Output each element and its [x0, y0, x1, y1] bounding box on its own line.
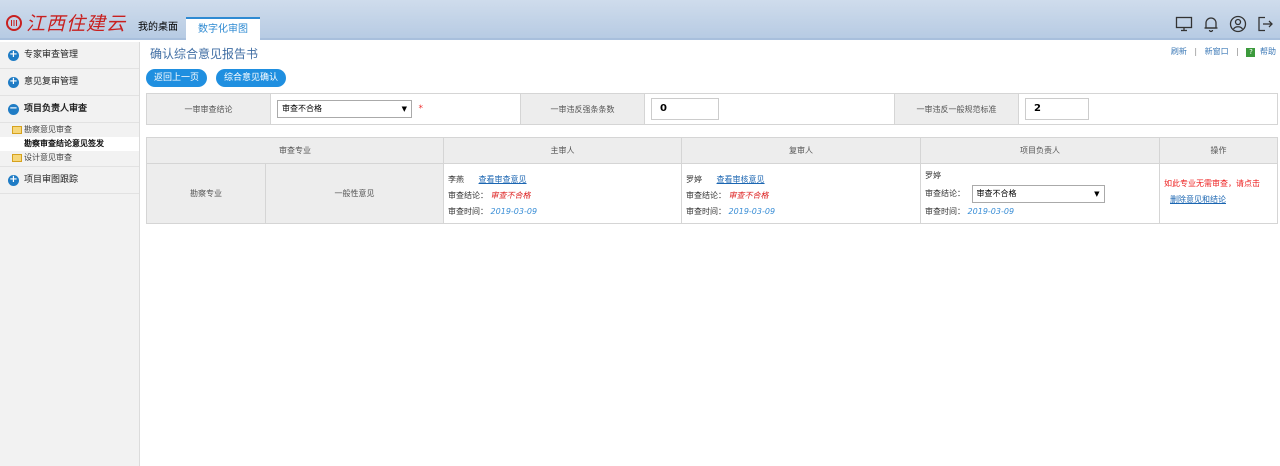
help-icon[interactable]: ? [1246, 48, 1256, 57]
header-re-reviewer: 复审人 [681, 137, 921, 164]
general-violations-cell: 2 [1018, 93, 1278, 125]
view-audit-opinion-link[interactable]: 查看审核意见 [717, 175, 765, 184]
divider: | [1236, 47, 1239, 56]
logo-text: 江西住建云 [26, 13, 127, 35]
header-specialty: 审查专业 [146, 137, 444, 164]
sidebar-item-re-review[interactable]: + 意见复审管理 [0, 69, 139, 96]
time-label: 审查时间： [448, 207, 488, 216]
folder-icon [12, 154, 22, 162]
general-violations-input[interactable]: 2 [1025, 98, 1089, 120]
tab-my-desktop[interactable]: 我的桌面 [128, 17, 188, 40]
top-bar: 江西住建云 我的桌面 数字化审图 [0, 0, 1280, 40]
sidebar-item-label: 项目负责人审查 [24, 104, 88, 114]
title-bar: 确认综合意见报告书 刷新 | 新窗口 | ? 帮助 [146, 42, 1280, 64]
delete-opinion-link[interactable]: 删除意见和结论 [1170, 195, 1226, 204]
top-icons [1166, 15, 1274, 33]
tab-digital-review[interactable]: 数字化审图 [186, 17, 260, 40]
general-violations-label: 一审违反一般规范标准 [894, 93, 1019, 125]
time-label: 审查时间： [686, 207, 726, 216]
new-window-link[interactable]: 新窗口 [1205, 47, 1229, 56]
operation-hint: 如此专业无需审查，请点击 [1164, 179, 1260, 188]
page-title: 确认综合意见报告书 [150, 47, 259, 61]
opinion-type-cell: 一般性意见 [265, 163, 444, 224]
back-button[interactable]: 返回上一页 [146, 69, 208, 87]
sidebar-item-expert-review[interactable]: + 专家审查管理 [0, 42, 139, 69]
review-table: 审查专业 主审人 复审人 项目负责人 操作 勘察专业 一般性意见 李燕 查看审查… [146, 137, 1278, 224]
main-reviewer-cell: 李燕 查看审查意见 审查结论： 审查不合格 审查时间： 2019-03-09 [443, 163, 682, 224]
project-lead-conclusion-value: 审查不合格 [976, 188, 1017, 198]
summary-table: 一审审查结论 审查不合格 ▼ * 一审违反强条条数 0 一审违反一般规范标准 2 [146, 93, 1278, 125]
sidebar-item-label: 意见复审管理 [24, 77, 79, 87]
sidebar-item-project-tracking[interactable]: + 项目审图跟踪 [0, 167, 139, 194]
header-main-reviewer: 主审人 [443, 137, 682, 164]
strong-violations-label: 一审违反强条条数 [520, 93, 645, 125]
header-actions: 刷新 | 新窗口 | ? 帮助 [1171, 46, 1276, 57]
plus-circle-icon: + [8, 174, 19, 186]
dropdown-arrow-icon: ▼ [1094, 189, 1100, 198]
button-row: 返回上一页 综合意见确认 [146, 69, 295, 87]
project-lead-name: 罗婷 [925, 171, 941, 180]
strong-violations-cell: 0 [644, 93, 895, 125]
bell-icon[interactable] [1202, 15, 1220, 33]
main-reviewer-name: 李燕 [448, 175, 464, 184]
conclusion-label: 审查结论： [448, 191, 488, 200]
minus-circle-icon: − [8, 103, 19, 115]
sidebar-subitem-survey-conclusion-sign[interactable]: 勘察审查结论意见签发 [0, 137, 139, 151]
sidebar-subitem-label: 设计意见审查 [24, 153, 72, 162]
plus-circle-icon: + [8, 49, 19, 61]
confirm-opinion-button[interactable]: 综合意见确认 [216, 69, 287, 87]
required-mark: * [418, 104, 424, 114]
view-review-opinion-link[interactable]: 查看审查意见 [479, 175, 527, 184]
sidebar-item-label: 项目审图跟踪 [24, 175, 79, 185]
sidebar-subitem-label: 勘察意见审查 [24, 125, 72, 134]
specialty-cell: 勘察专业 [146, 163, 266, 224]
app-logo[interactable]: 江西住建云 [6, 9, 126, 36]
monitor-icon[interactable] [1175, 15, 1193, 33]
conclusion-label: 审查结论： [925, 189, 965, 198]
conclusion-cell: 审查不合格 ▼ * [270, 93, 521, 125]
project-lead-cell: 罗婷 审查结论： 审查不合格 ▼ 审查时间： 2019-03-09 [920, 163, 1160, 224]
help-link[interactable]: 帮助 [1260, 47, 1276, 56]
re-reviewer-conclusion: 审查不合格 [728, 191, 769, 200]
folder-icon [12, 126, 22, 134]
refresh-link[interactable]: 刷新 [1171, 47, 1187, 56]
operation-cell: 如此专业无需审查，请点击 删除意见和结论 [1159, 163, 1278, 224]
divider: | [1194, 47, 1198, 56]
re-reviewer-time: 2019-03-09 [728, 207, 776, 216]
conclusion-select-value: 审查不合格 [282, 104, 322, 113]
re-reviewer-cell: 罗婷 查看审核意见 审查结论： 审查不合格 审查时间： 2019-03-09 [681, 163, 921, 224]
sidebar-subitem-label: 勘察审查结论意见签发 [24, 139, 104, 148]
user-icon[interactable] [1229, 15, 1247, 33]
main-reviewer-time: 2019-03-09 [490, 207, 538, 216]
conclusion-label: 审查结论： [686, 191, 726, 200]
sidebar-item-label: 专家审查管理 [24, 50, 79, 60]
re-reviewer-name: 罗婷 [686, 175, 702, 184]
sidebar-subitem-design-opinion[interactable]: 设计意见审查 [0, 151, 139, 167]
table-row: 勘察专业 一般性意见 李燕 查看审查意见 审查结论： 审查不合格 审查时间： 2… [146, 163, 1278, 224]
dropdown-arrow-icon: ▼ [401, 105, 407, 113]
conclusion-select[interactable]: 审查不合格 ▼ [277, 100, 412, 118]
sidebar-subitem-survey-opinion[interactable]: 勘察意见审查 [0, 123, 139, 137]
project-lead-conclusion-select[interactable]: 审查不合格 ▼ [971, 184, 1105, 203]
time-label: 审查时间： [925, 207, 965, 216]
logo-icon [6, 14, 22, 31]
header-operation: 操作 [1159, 137, 1278, 164]
strong-violations-input[interactable]: 0 [651, 98, 719, 120]
logout-icon[interactable] [1256, 15, 1274, 33]
sidebar: + 专家审查管理 + 意见复审管理 − 项目负责人审查 勘察意见审查 勘察审查结… [0, 42, 140, 466]
main-reviewer-conclusion: 审查不合格 [490, 191, 531, 200]
header-project-lead: 项目负责人 [920, 137, 1160, 164]
project-lead-time: 2019-03-09 [967, 207, 1015, 216]
plus-circle-icon: + [8, 76, 19, 88]
conclusion-label: 一审审查结论 [146, 93, 271, 125]
sidebar-item-project-lead-review[interactable]: − 项目负责人审查 [0, 96, 139, 123]
